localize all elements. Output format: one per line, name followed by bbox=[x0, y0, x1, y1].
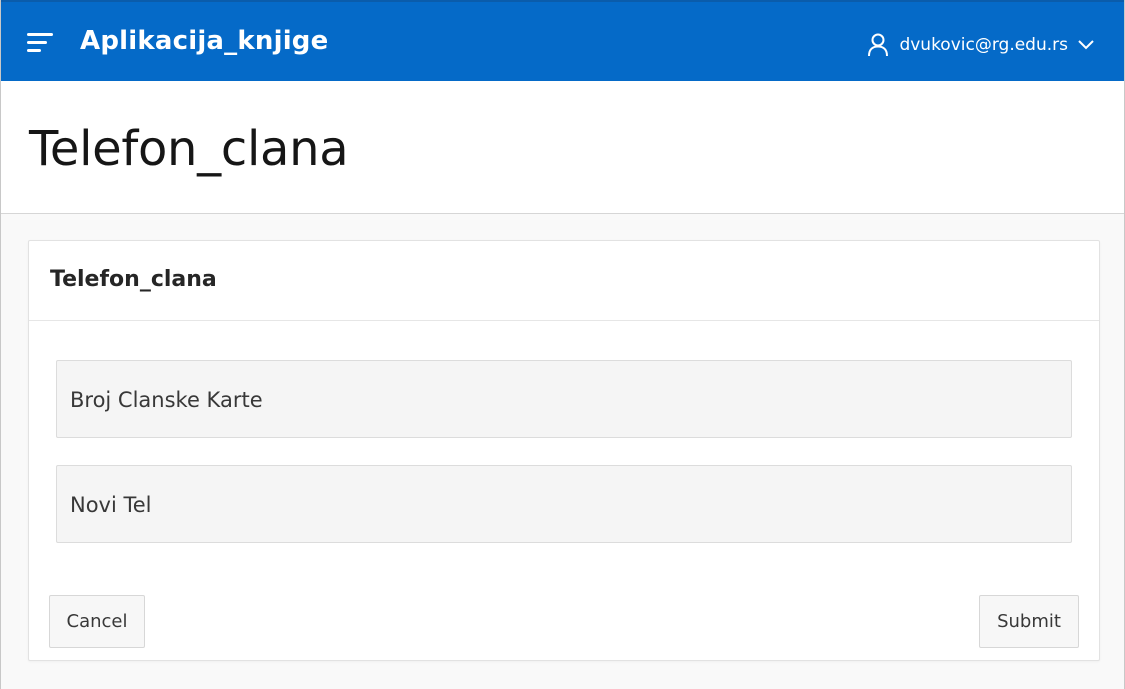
region-header: Telefon_clana bbox=[29, 241, 1099, 321]
user-name: dvukovic@rg.edu.rs bbox=[899, 35, 1068, 55]
form-region: Telefon_clana Broj Clanske Karte Novi Te… bbox=[28, 240, 1100, 661]
broj-clanske-karte-field[interactable]: Broj Clanske Karte bbox=[56, 360, 1072, 438]
submit-button[interactable]: Submit bbox=[979, 595, 1079, 648]
novi-tel-field[interactable]: Novi Tel bbox=[56, 465, 1072, 543]
app-title[interactable]: Aplikacija_knjige bbox=[80, 26, 328, 56]
cancel-button[interactable]: Cancel bbox=[49, 595, 145, 648]
region-title: Telefon_clana bbox=[50, 267, 217, 292]
user-icon bbox=[868, 33, 889, 57]
chevron-down-icon bbox=[1078, 40, 1094, 50]
top-navigation-bar: Aplikacija_knjige dvukovic@rg.edu.rs bbox=[1, 0, 1124, 81]
novi-tel-label: Novi Tel bbox=[70, 493, 152, 517]
app-window: Aplikacija_knjige dvukovic@rg.edu.rs Tel… bbox=[0, 0, 1125, 689]
hamburger-menu-icon bbox=[27, 33, 53, 52]
broj-clanske-karte-label: Broj Clanske Karte bbox=[70, 388, 263, 412]
user-menu[interactable]: dvukovic@rg.edu.rs bbox=[867, 28, 1094, 62]
page-title: Telefon_clana bbox=[29, 121, 349, 177]
page-header: Telefon_clana bbox=[1, 81, 1124, 214]
navigation-menu-button[interactable] bbox=[19, 22, 63, 62]
